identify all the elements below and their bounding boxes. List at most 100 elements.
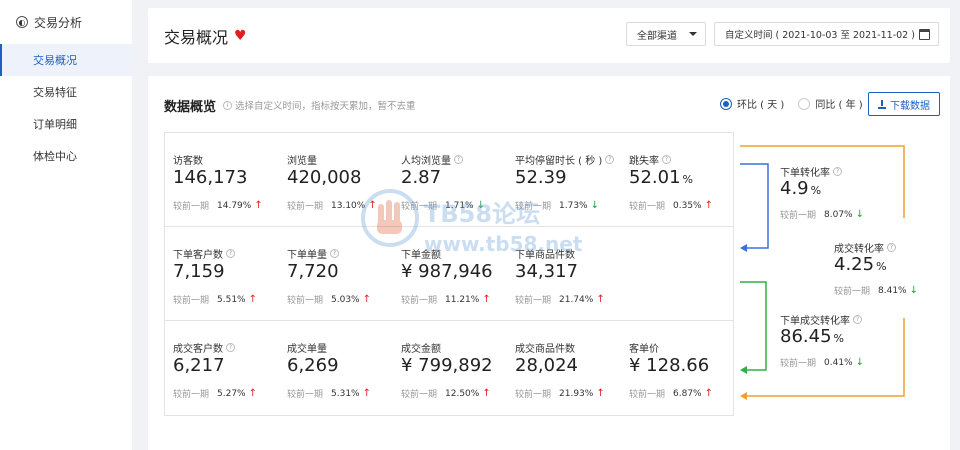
metric-cell: 成交金额 ¥ 799,892 较前一期 12.50% ↑ (393, 321, 507, 415)
flow-arrowhead-green (740, 366, 747, 374)
arrow-up-icon: ↑ (704, 200, 713, 211)
help-icon[interactable]: ? (853, 315, 862, 324)
metric-value-number: 146,173 (173, 167, 248, 188)
metric-value: 7,159 (173, 261, 225, 282)
arrow-up-icon: ↑ (248, 294, 257, 305)
compare-mode-radios: 环比 ( 天 ) 同比 ( 年 ) (720, 96, 877, 111)
sidebar-header: ◐ 交易分析 (0, 0, 132, 44)
metric-compare: 较前一期 5.51% ↑ (173, 293, 257, 306)
metric-compare: 较前一期 12.50% ↑ (401, 387, 491, 400)
metric-compare: 较前一期 21.93% ↑ (515, 387, 605, 400)
metric-value-number: 7,720 (287, 261, 339, 282)
help-icon[interactable]: ? (454, 155, 463, 164)
compare-label: 较前一期 (173, 390, 210, 400)
metric-label: 浏览量 (287, 152, 317, 167)
sidebar-item-overview[interactable]: 交易概况 (0, 44, 132, 76)
sidebar-item-label: 体检中心 (33, 150, 77, 163)
metric-label: 成交单量 (287, 340, 327, 355)
flow-arrowhead-orange (740, 392, 747, 400)
metric-value-unit: % (810, 184, 822, 197)
help-icon[interactable]: ? (605, 155, 615, 164)
metric-value: 52.01% (629, 167, 693, 188)
metric-label: 访客数 (173, 152, 203, 167)
compare-pct: 13.10% (331, 200, 366, 211)
metric-value-unit: % (876, 260, 887, 273)
heart-icon[interactable]: ♥ (234, 28, 247, 44)
sidebar-item-label: 订单明细 (33, 118, 77, 131)
metric-label-text: 下单客户数 (173, 250, 223, 261)
arrow-down-icon: ↓ (590, 200, 599, 211)
channel-select[interactable]: 全部渠道 (626, 22, 706, 46)
metric-label-text: 浏览量 (287, 156, 317, 167)
arrow-down-icon: ↓ (855, 357, 864, 368)
metric-value: 34,317 (515, 261, 578, 282)
channel-select-value: 全部渠道 (637, 30, 677, 42)
compare-pct: 0.41% (824, 357, 853, 368)
compare-pct: 1.71% (445, 200, 474, 211)
metric-label: 下单单量 ? (287, 246, 342, 261)
compare-label: 较前一期 (515, 202, 552, 212)
metric-value: 2.87 (401, 167, 441, 188)
metric-value-number: 4.9 (780, 178, 809, 199)
sidebar-item-features[interactable]: 交易特征 (0, 76, 132, 108)
metrics-grid: 访客数 146,173 较前一期 14.79% ↑ 浏览量 420,008 较前… (164, 132, 734, 416)
metric-compare: 较前一期 5.27% ↑ (173, 387, 257, 400)
metric-value: 420,008 (287, 167, 361, 188)
metric-cell: 下单单量 ? 7,720 较前一期 5.03% ↑ (279, 227, 393, 321)
date-range-picker[interactable]: 自定义时间 ( 2021-10-03 至 2021-11-02 ) (714, 22, 939, 46)
compare-label: 较前一期 (834, 287, 871, 297)
compare-label: 较前一期 (173, 296, 210, 306)
conversion-order-rate: 下单转化率 ? 4.9% 较前一期 8.07% ↓ (780, 164, 900, 234)
metric-value-number: 420,008 (287, 167, 362, 188)
arrow-up-icon: ↑ (248, 388, 257, 399)
metric-label-text: 下单成交转化率 (780, 316, 850, 327)
metric-label: 人均浏览量 ? (401, 152, 466, 167)
page-title-text: 交易概况 (164, 28, 229, 47)
metrics-row-traffic: 访客数 146,173 较前一期 14.79% ↑ 浏览量 420,008 较前… (165, 133, 733, 227)
sidebar-item-checkup[interactable]: 体检中心 (0, 140, 132, 172)
help-icon[interactable]: ? (226, 249, 235, 258)
metric-label-text: 下单单量 (287, 250, 327, 261)
metric-label: 客单价 (629, 340, 659, 355)
help-icon[interactable]: ? (662, 155, 671, 164)
radio-hb-label[interactable]: 环比 ( 天 ) (737, 96, 784, 111)
metrics-row-orders: 下单客户数 ? 7,159 较前一期 5.51% ↑ 下单单量 ? 7,720 … (165, 227, 733, 321)
compare-label: 较前一期 (401, 296, 438, 306)
metric-value: 6,217 (173, 355, 225, 376)
metric-label: 下单转化率 ? (780, 164, 845, 179)
metric-value: ¥ 987,946 (401, 261, 493, 282)
metric-label: 成交客户数 ? (173, 340, 238, 355)
metric-value-number: 4.25 (834, 254, 875, 275)
metric-value: 4.9% (780, 178, 821, 199)
metric-label-text: 平均停留时长 ( 秒 ) (515, 156, 603, 167)
compare-pct: 12.50% (445, 388, 480, 399)
help-icon[interactable]: ? (887, 243, 896, 252)
download-data-button[interactable]: 下载数据 (868, 92, 940, 116)
metrics-row-deals: 成交客户数 ? 6,217 较前一期 5.27% ↑ 成交单量 6,269 较前… (165, 321, 733, 415)
sidebar-item-orders[interactable]: 订单明细 (0, 108, 132, 140)
radio-hb[interactable] (720, 97, 732, 110)
help-icon[interactable]: ? (226, 343, 235, 352)
metric-value-number: 34,317 (515, 261, 578, 282)
metric-cell: 成交商品件数 28,024 较前一期 21.93% ↑ (507, 321, 621, 415)
radio-tb-label[interactable]: 同比 ( 年 ) (815, 96, 862, 111)
help-icon[interactable]: ? (330, 249, 339, 258)
help-icon[interactable]: ? (833, 167, 842, 176)
metric-value: ¥ 799,892 (401, 355, 493, 376)
arrow-up-icon: ↑ (362, 388, 371, 399)
metric-cell: 下单客户数 ? 7,159 较前一期 5.51% ↑ (165, 227, 279, 321)
compare-label: 较前一期 (515, 390, 552, 400)
metric-cell: 下单金额 ¥ 987,946 较前一期 11.21% ↑ (393, 227, 507, 321)
compare-pct: 0.35% (673, 200, 702, 211)
metric-cell: 客单价 ¥ 128.66 较前一期 6.87% ↑ (621, 321, 735, 415)
metric-label-text: 成交客户数 (173, 344, 223, 355)
flow-line-green (740, 281, 767, 371)
metric-label-text: 成交单量 (287, 344, 327, 355)
metric-label-text: 下单商品件数 (515, 250, 575, 261)
metric-label: 下单成交转化率 ? (780, 312, 865, 327)
metric-cell: 浏览量 420,008 较前一期 13.10% ↑ (279, 133, 393, 227)
metric-value-unit: % (833, 332, 844, 345)
metric-label-text: 人均浏览量 (401, 156, 451, 167)
download-label: 下载数据 (890, 100, 930, 112)
radio-tb[interactable] (798, 97, 811, 110)
